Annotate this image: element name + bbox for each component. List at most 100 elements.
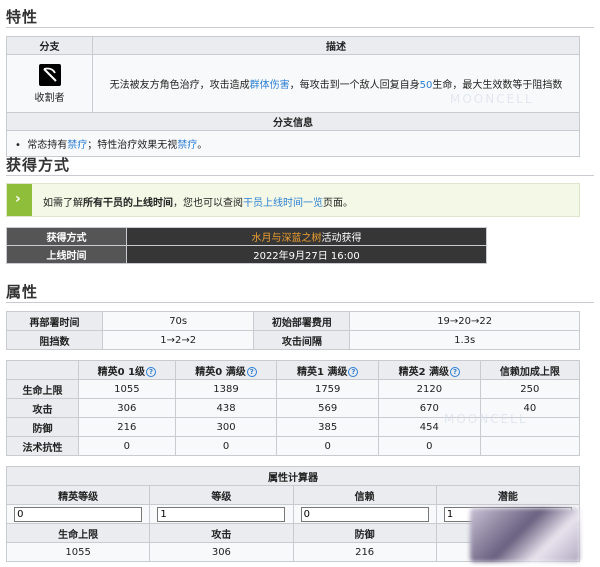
desc-text: ，每攻击到一个敌人回复自身	[289, 80, 420, 91]
col-label: 精英2 满级	[398, 366, 450, 378]
redeploy-label: 再部署时间	[6, 311, 103, 331]
help-icon[interactable]: ?	[348, 366, 359, 377]
cell: 0	[78, 436, 176, 456]
notice-text-part: 如需了解	[43, 198, 83, 209]
calc-input-cell	[292, 504, 437, 524]
col-header: 精英0 1级?	[78, 360, 176, 380]
cell: 250	[479, 379, 581, 399]
notice-bar: ›	[7, 184, 32, 216]
scythe-icon[interactable]	[38, 63, 61, 86]
cell: 385	[276, 417, 380, 437]
cell: 0	[378, 436, 481, 456]
table-row: 生命上限 1055 1389 1759 2120 250	[6, 379, 581, 399]
trait-header-desc: 描述	[92, 36, 580, 55]
result-label: 生命上限	[5, 523, 151, 543]
desc-text: 无法被友方角色治疗，攻击造成	[109, 80, 250, 91]
release-list-link[interactable]: 干员上线时间一览	[243, 198, 323, 209]
cell: 569	[276, 398, 380, 418]
obtain-method-suffix: 活动获得	[321, 233, 362, 244]
row-label: 攻击	[6, 398, 79, 418]
result-label: 攻击	[149, 523, 294, 543]
section-title-obtain: 获得方式	[6, 156, 71, 174]
col-header: 精英2 满级?	[378, 360, 481, 380]
level-input[interactable]	[157, 506, 286, 522]
help-icon[interactable]: ?	[246, 366, 257, 377]
cost-label: 初始部署费用	[253, 311, 351, 331]
help-icon[interactable]: ?	[450, 366, 461, 377]
branch-info-header: 分支信息	[6, 112, 580, 131]
obtain-method-label: 获得方式	[6, 227, 127, 246]
chevron-right-icon: ›	[15, 191, 21, 207]
section-title-trait: 特性	[6, 8, 39, 26]
info-text: 。	[197, 140, 208, 151]
section-divider	[6, 175, 594, 176]
calc-input-cell	[5, 504, 151, 524]
col-label: 精英0 满级	[195, 366, 246, 378]
notice-text: 如需了解所有干员的上线时间，您也可以查阅干员上线时间一览页面。	[43, 194, 353, 209]
col-label: 精英1 满级	[296, 366, 348, 378]
section-divider	[6, 27, 594, 28]
basic-attr-table: 再部署时间 70s 初始部署费用 19→20→22 阻挡数 1→2→2 攻击间隔…	[6, 311, 580, 350]
cell: 300	[174, 417, 278, 437]
cost-value: 19→20→22	[349, 311, 580, 331]
cell: 306	[78, 398, 176, 418]
result-value: 216	[292, 542, 437, 562]
info-text: ；特性治疗效果无视	[87, 140, 178, 151]
release-time-value: 2022年9月27日 16:00	[126, 245, 487, 264]
obtain-method-value: 水月与深蓝之树活动获得	[126, 227, 487, 246]
col-header: 精英1 满级?	[276, 360, 380, 380]
col-label: 精英0 1级	[97, 366, 146, 378]
trust-input[interactable]	[300, 506, 429, 522]
obtain-table: 获得方式 水月与深蓝之树活动获得 上线时间 2022年9月27日 16:00	[6, 227, 487, 264]
branch-info: • 常态持有禁疗；特性治疗效果无视禁疗。	[6, 130, 580, 157]
desc-text: 生命，最大生效数等于阻挡数	[432, 80, 563, 91]
section-title-attributes: 属性	[6, 283, 39, 301]
notice-text-part: ，您也可以查阅	[173, 198, 243, 209]
cell: 1759	[276, 379, 380, 399]
interval-value: 1.3s	[349, 330, 580, 350]
stats-table: 精英0 1级? 精英0 满级? 精英1 满级? 精英2 满级? 信赖加成上限 生…	[6, 360, 581, 456]
row-label: 生命上限	[6, 379, 79, 399]
calc-label: 潜能	[435, 485, 581, 505]
cell: 1389	[174, 379, 278, 399]
stats-corner	[6, 360, 79, 380]
info-link-no-heal[interactable]: 禁疗	[177, 140, 197, 151]
calculator-title: 属性计算器	[6, 466, 580, 486]
watermark: MOONCELL	[444, 412, 528, 426]
cell: 216	[78, 417, 176, 437]
calc-label: 信赖	[292, 485, 437, 505]
block-value: 1→2→2	[101, 330, 255, 350]
branch-cell[interactable]: 收割者	[6, 54, 93, 113]
elite-input[interactable]	[14, 506, 143, 522]
row-label: 法术抗性	[6, 436, 79, 456]
blurred-thumbnail	[470, 508, 580, 562]
calc-label: 精英等级	[5, 485, 151, 505]
trait-header-branch: 分支	[6, 36, 93, 55]
info-text: 常态持有	[27, 140, 68, 151]
cell: 0	[174, 436, 278, 456]
notice-box: › 如需了解所有干员的上线时间，您也可以查阅干员上线时间一览页面。	[6, 183, 580, 217]
help-icon[interactable]: ?	[146, 366, 157, 377]
redeploy-value: 70s	[101, 311, 255, 331]
calc-label: 等级	[149, 485, 294, 505]
result-value: 306	[149, 542, 294, 562]
release-time-label: 上线时间	[6, 245, 127, 264]
desc-link-aoe[interactable]: 群体伤害	[250, 80, 290, 91]
cell: 1055	[78, 379, 176, 399]
cell: 2120	[378, 379, 481, 399]
cell: 438	[174, 398, 278, 418]
branch-name[interactable]: 收割者	[7, 89, 92, 104]
cell	[479, 436, 581, 456]
cell: 0	[276, 436, 380, 456]
row-label: 防御	[6, 417, 79, 437]
interval-label: 攻击间隔	[253, 330, 351, 350]
info-link-no-heal[interactable]: 禁疗	[67, 140, 87, 151]
col-header: 信赖加成上限	[479, 360, 581, 380]
result-value: 1055	[5, 542, 151, 562]
event-link[interactable]: 水月与深蓝之树	[252, 233, 322, 244]
bullet: •	[15, 140, 28, 151]
result-label: 防御	[292, 523, 437, 543]
block-label: 阻挡数	[6, 330, 103, 350]
table-row: 法术抗性 0 0 0 0	[6, 436, 581, 456]
desc-heal-value: 50	[419, 80, 433, 91]
